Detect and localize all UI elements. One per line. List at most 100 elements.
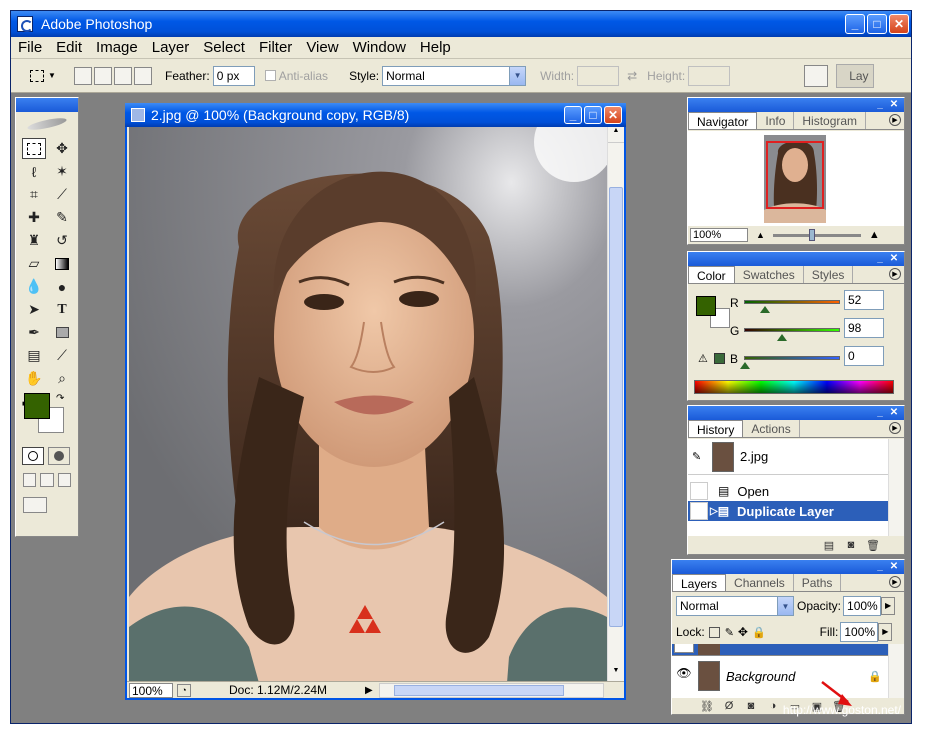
history-scrollbar[interactable] [888, 439, 904, 536]
full-screen-menu-icon[interactable] [40, 473, 54, 487]
canvas-horizontal-scrollbar[interactable] [378, 682, 604, 698]
doc-minimize-button[interactable]: _ [564, 106, 582, 124]
layer-style-icon[interactable]: Ø [721, 700, 737, 714]
g-slider[interactable] [744, 328, 840, 332]
navigator-minimize[interactable]: _ [874, 99, 886, 111]
blur-tool-icon[interactable]: 💧 [22, 276, 46, 297]
h-scroll-thumb[interactable] [393, 684, 564, 696]
title-bar[interactable]: Adobe Photoshop _ □ ✕ [11, 11, 911, 37]
crop-tool-icon[interactable]: ⌗ [22, 184, 46, 205]
healing-brush-icon[interactable]: ✚ [22, 207, 46, 228]
maximize-button[interactable]: □ [867, 14, 887, 34]
lasso-tool-icon[interactable]: ℓ [22, 161, 46, 182]
document-title-bar[interactable]: 2.jpg @ 100% (Background copy, RGB/8) _ … [125, 103, 626, 127]
tab-swatches[interactable]: Swatches [735, 266, 804, 283]
navigator-close[interactable]: ✕ [888, 99, 900, 111]
opacity-input[interactable]: 100% [843, 596, 882, 616]
tool-preset-picker[interactable]: ▼ [25, 64, 61, 88]
r-value-input[interactable]: 52 [844, 290, 884, 310]
feather-logo-icon[interactable] [16, 112, 78, 136]
zoom-tool-icon[interactable]: ⌕ [50, 368, 74, 389]
opacity-slider-arrow-icon[interactable]: ▶ [881, 597, 896, 615]
color-fg-swatch[interactable] [696, 296, 716, 316]
tab-paths[interactable]: Paths [794, 574, 842, 591]
anti-alias-checkbox[interactable] [264, 70, 276, 81]
menu-image[interactable]: Image [89, 39, 145, 56]
style-select[interactable]: Normal ▼ [382, 65, 527, 86]
zoom-out-icon[interactable]: ▲ [756, 230, 765, 240]
navigator-view-box[interactable] [766, 141, 824, 209]
color-close[interactable]: ✕ [888, 253, 900, 265]
quick-mask-icon[interactable] [48, 447, 70, 465]
tab-info[interactable]: Info [757, 112, 795, 129]
history-brush-icon[interactable]: ↺ [50, 230, 74, 251]
status-arrow-icon[interactable]: ▶ [365, 685, 373, 696]
menu-file[interactable]: File [11, 39, 49, 56]
tab-navigator[interactable]: Navigator [688, 112, 758, 129]
subtract-selection-icon[interactable] [114, 66, 132, 85]
dodge-tool-icon[interactable]: ● [50, 276, 74, 297]
r-slider[interactable] [744, 300, 840, 304]
status-menu-icon[interactable]: ◔ [177, 683, 191, 697]
eyedropper-icon[interactable]: ⟋ [50, 345, 74, 366]
zoom-in-icon[interactable]: ▲ [869, 229, 880, 241]
g-slider-thumb[interactable] [777, 334, 787, 341]
new-snapshot-icon[interactable]: ◙ [843, 539, 859, 553]
minimize-button[interactable]: _ [845, 14, 865, 34]
layers-titlebar[interactable]: _ ✕ [672, 560, 904, 574]
standard-mode-icon[interactable] [22, 447, 44, 465]
new-selection-icon[interactable] [74, 66, 92, 85]
lock-transparency-icon[interactable] [708, 626, 720, 638]
adjustment-layer-icon[interactable]: ◑ [765, 700, 781, 714]
move-tool-icon[interactable]: ✥ [50, 138, 74, 159]
file-browser-icon[interactable] [804, 64, 829, 87]
fill-slider-arrow-icon[interactable]: ▶ [878, 623, 893, 641]
canvas-photo[interactable] [129, 127, 607, 683]
eye-icon[interactable] [674, 644, 694, 653]
close-button[interactable]: ✕ [889, 14, 909, 34]
color-minimize[interactable]: _ [874, 253, 886, 265]
zoom-input[interactable]: 100% [129, 682, 173, 698]
magic-wand-icon[interactable]: ✶ [50, 161, 74, 182]
menu-edit[interactable]: Edit [49, 39, 89, 56]
type-tool-icon[interactable]: T [50, 299, 74, 320]
navigator-thumbnail[interactable] [764, 135, 826, 223]
g-value-input[interactable]: 98 [844, 318, 884, 338]
r-slider-thumb[interactable] [760, 306, 770, 313]
history-titlebar[interactable]: _ ✕ [688, 406, 904, 420]
panel-menu-icon[interactable]: ▶ [889, 422, 901, 434]
tab-color[interactable]: Color [688, 266, 735, 283]
pen-tool-icon[interactable]: ✒ [22, 322, 46, 343]
tab-history[interactable]: History [688, 420, 744, 437]
history-snapshot-row[interactable]: ✎ 2.jpg [688, 439, 888, 475]
layers-close[interactable]: ✕ [888, 561, 900, 573]
tab-styles[interactable]: Styles [804, 266, 854, 283]
menu-help[interactable]: Help [413, 39, 458, 56]
doc-maximize-button[interactable]: □ [584, 106, 602, 124]
palette-well-tab[interactable]: Lay [836, 63, 874, 88]
layers-minimize[interactable]: _ [874, 561, 886, 573]
gradient-tool-icon[interactable] [50, 253, 74, 274]
intersect-selection-icon[interactable] [134, 66, 152, 85]
full-screen-icon[interactable] [57, 473, 71, 487]
layer-mask-icon[interactable]: ◙ [743, 700, 759, 714]
brush-tool-icon[interactable]: ✎ [50, 207, 74, 228]
trash-icon[interactable]: 🗑 [865, 539, 881, 553]
history-item-duplicate-layer[interactable]: ▷ ▤ Duplicate Layer [688, 501, 888, 521]
history-minimize[interactable]: _ [874, 407, 886, 419]
scroll-up-icon[interactable]: ▲ [608, 127, 624, 143]
slice-tool-icon[interactable]: ⟋ [50, 184, 74, 205]
scroll-thumb[interactable] [609, 187, 623, 627]
history-item-open[interactable]: ▤ Open [688, 481, 888, 501]
zoom-slider-thumb[interactable] [808, 228, 815, 241]
navigator-titlebar[interactable]: _ ✕ [688, 98, 904, 112]
b-slider-thumb[interactable] [740, 362, 750, 369]
lock-move-icon[interactable]: ✥ [738, 625, 748, 639]
tab-actions[interactable]: Actions [743, 420, 800, 437]
clone-stamp-icon[interactable]: ♜ [22, 230, 46, 251]
panel-menu-icon[interactable]: ▶ [889, 268, 901, 280]
menu-window[interactable]: Window [346, 39, 413, 56]
link-layers-icon[interactable]: ⛓ [699, 700, 715, 714]
tab-channels[interactable]: Channels [726, 574, 794, 591]
out-of-gamut-warning-icon[interactable]: ⚠ [698, 352, 708, 365]
